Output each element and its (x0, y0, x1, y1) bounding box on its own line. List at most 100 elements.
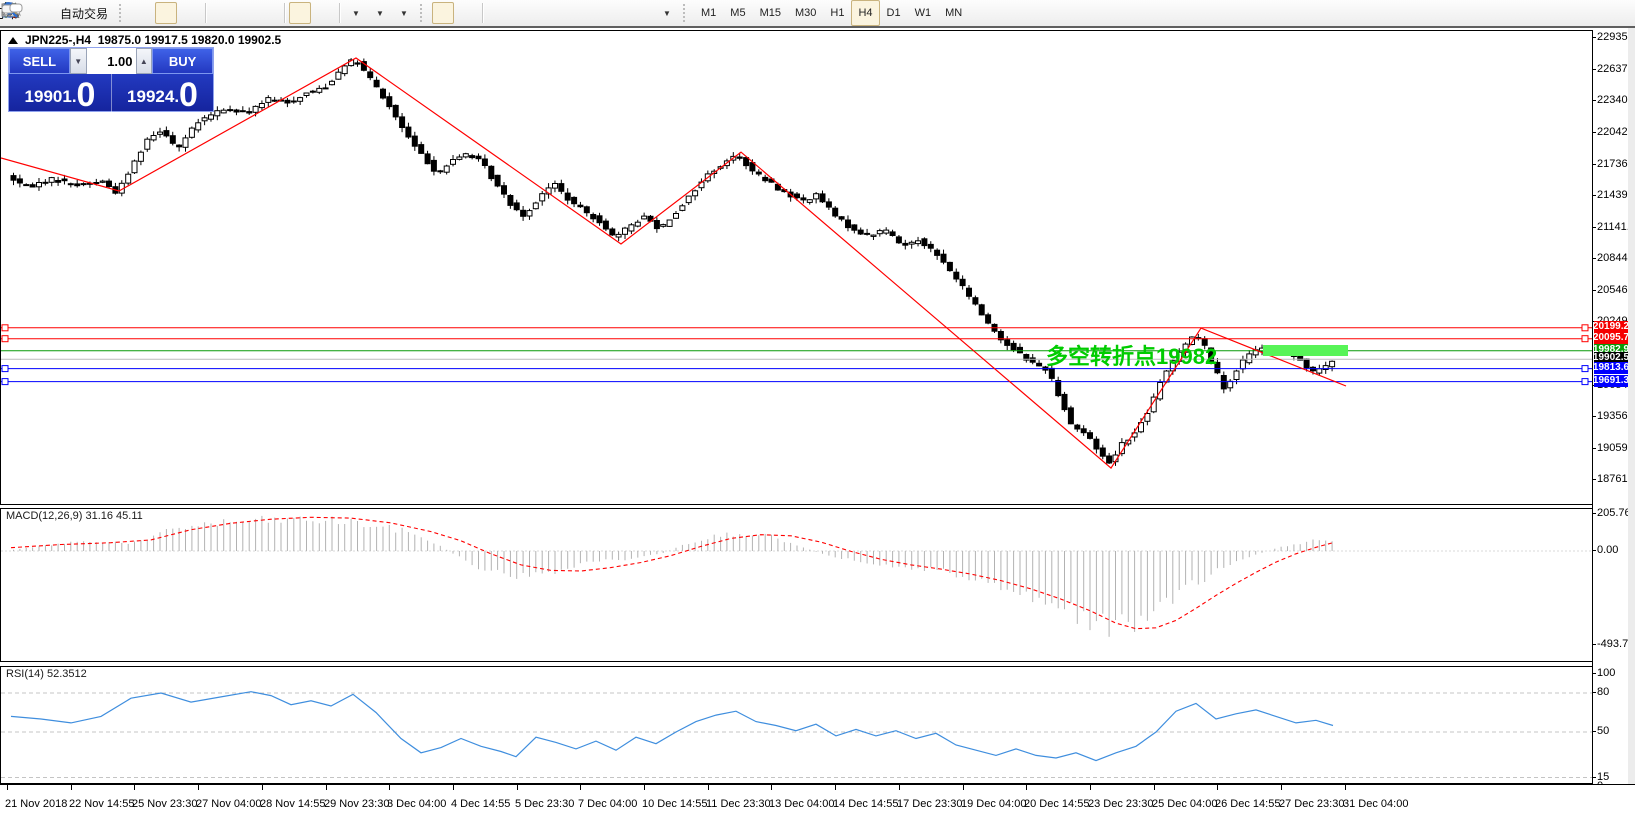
time-axis-label: 28 Nov 14:55 (260, 798, 325, 810)
fibonacci-button[interactable]: F (583, 2, 605, 24)
timeframe-button-w1[interactable]: W1 (908, 0, 939, 26)
time-axis-label: 26 Dec 14:55 (1215, 798, 1280, 810)
time-tick (1217, 785, 1218, 790)
macd-label: MACD(12,26,9) 31.16 45.11 (6, 510, 143, 522)
sell-button[interactable]: SELL (9, 48, 70, 74)
chevron-down-icon: ▼ (663, 9, 671, 18)
time-axis-label: 4 Dec 14:55 (451, 798, 510, 810)
macd-pane[interactable] (0, 508, 1593, 662)
indicator-axis-label: 205.76 (1597, 507, 1631, 519)
timeframe-button-m5[interactable]: M5 (723, 0, 752, 26)
window-right-edge (1628, 28, 1635, 816)
time-axis-label: 29 Nov 23:30 (324, 798, 389, 810)
text-label-button[interactable]: T (631, 2, 653, 24)
indicators-button[interactable]: ▼ (344, 2, 366, 24)
indicator-axis-label: 100 (1597, 667, 1615, 679)
price-tick (1593, 227, 1596, 228)
templates-button[interactable]: ▼ (392, 2, 414, 24)
rsi-label: RSI(14) 52.3512 (6, 668, 87, 680)
timeframe-button-m15[interactable]: M15 (753, 0, 788, 26)
tile-windows-button[interactable] (258, 2, 280, 24)
price-level-badge: 19691.3 (1594, 375, 1628, 387)
time-tick (71, 785, 72, 790)
bar-chart-button[interactable] (131, 2, 153, 24)
chevron-down-icon: ▼ (352, 9, 360, 18)
shift-end-button[interactable] (289, 2, 311, 24)
horizontal-line-button[interactable] (511, 2, 533, 24)
time-tick (899, 785, 900, 790)
crosshair-button[interactable] (456, 2, 478, 24)
time-axis-label: 11 Dec 23:30 (706, 798, 771, 810)
timeframe-button-h4[interactable]: H4 (851, 0, 879, 26)
time-tick (1026, 785, 1027, 790)
price-tick (1593, 290, 1596, 291)
time-tick (963, 785, 964, 790)
auto-trading-button[interactable]: 自动交易 (55, 2, 113, 24)
collapse-triangle-icon[interactable] (8, 37, 18, 44)
auto-trading-label: 自动交易 (60, 5, 108, 22)
time-axis-label: 10 Dec 14:55 (642, 798, 707, 810)
price-tick (1593, 164, 1596, 165)
time-tick (198, 785, 199, 790)
time-tick (1281, 785, 1282, 790)
cursor-button[interactable] (432, 2, 454, 24)
line-chart-button[interactable] (179, 2, 201, 24)
history-icon[interactable] (31, 2, 53, 24)
rsi-pane[interactable] (0, 666, 1593, 784)
time-axis-label: 7 Dec 04:00 (578, 798, 637, 810)
time-axis-label: 25 Nov 23:30 (132, 798, 197, 810)
time-axis-label: 14 Dec 14:55 (833, 798, 898, 810)
macd-chart (1, 509, 1592, 661)
sell-price[interactable]: 19901.0 (9, 74, 111, 112)
time-tick (644, 785, 645, 790)
chevron-down-icon: ▼ (400, 9, 408, 18)
timeframe-button-m30[interactable]: M30 (788, 0, 823, 26)
time-tick (453, 785, 454, 790)
time-tick (1154, 785, 1155, 790)
time-axis-label: 25 Dec 04:00 (1152, 798, 1217, 810)
trendline-button[interactable] (535, 2, 557, 24)
time-tick (835, 785, 836, 790)
text-button[interactable]: A (607, 2, 629, 24)
time-axis-label: 3 Dec 04:00 (387, 798, 446, 810)
zoom-out-button[interactable] (234, 2, 256, 24)
rsi-chart (1, 667, 1592, 783)
price-tick (1593, 448, 1596, 449)
indicator-axis-label: 50 (1597, 725, 1609, 737)
toolbar-grip (420, 4, 428, 22)
timeframe-button-h1[interactable]: H1 (823, 0, 851, 26)
indicator-axis-label: 0.00 (1597, 544, 1618, 556)
time-axis[interactable]: 21 Nov 201822 Nov 14:5525 Nov 23:3027 No… (0, 784, 1635, 816)
candlestick-chart-button[interactable] (155, 2, 177, 24)
buy-price[interactable]: 19924.0 (111, 74, 213, 112)
timeframe-button-d1[interactable]: D1 (880, 0, 908, 26)
timeframe-button-m1[interactable]: M1 (694, 0, 723, 26)
chevron-down-icon: ▼ (376, 9, 384, 18)
time-tick (7, 785, 8, 790)
time-tick (134, 785, 135, 790)
time-tick (1345, 785, 1346, 790)
volume-down-button[interactable]: ▼ (70, 48, 87, 74)
price-axis[interactable]: 22935.022637.522340.022042.521736.521439… (1592, 30, 1629, 784)
zoom-in-button[interactable] (210, 2, 232, 24)
chat-button[interactable] (1606, 2, 1628, 24)
equidistant-channel-button[interactable]: E (559, 2, 581, 24)
time-tick (580, 785, 581, 790)
volume-up-button[interactable]: ▲ (136, 48, 153, 74)
price-chart-pane[interactable] (0, 30, 1593, 505)
auto-scroll-button[interactable] (313, 2, 335, 24)
price-tick (1593, 100, 1596, 101)
search-button[interactable] (1582, 2, 1604, 24)
time-tick (771, 785, 772, 790)
top-toolbar: 订单 自动交易 ▼ ▼ ▼ (0, 0, 1635, 28)
indicator-axis-label: 80 (1597, 686, 1609, 698)
buy-button[interactable]: BUY (152, 48, 213, 74)
toolbar-grip (683, 4, 691, 22)
periods-button[interactable]: ▼ (368, 2, 390, 24)
time-axis-label: 5 Dec 23:30 (515, 798, 574, 810)
vertical-line-button[interactable] (487, 2, 509, 24)
arrows-button[interactable]: ▼ (655, 2, 677, 24)
timeframe-button-mn[interactable]: MN (938, 0, 969, 26)
volume-input[interactable] (87, 48, 136, 74)
time-axis-label: 27 Nov 04:00 (196, 798, 261, 810)
